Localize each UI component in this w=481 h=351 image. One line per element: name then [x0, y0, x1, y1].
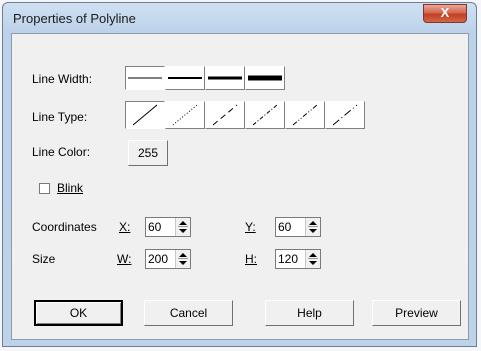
properties-dialog: Properties of Polyline X Line Width: Lin…	[2, 2, 477, 347]
line-width-option-2[interactable]	[165, 66, 205, 90]
line-type-option-dash[interactable]	[205, 101, 245, 129]
line-width-label: Line Width:	[32, 72, 93, 86]
size-label: Size	[32, 252, 56, 266]
y-value[interactable]: 60	[278, 220, 291, 234]
window-title: Properties of Polyline	[13, 11, 136, 26]
line-type-option-solid[interactable]	[125, 101, 165, 129]
y-label: Y:	[245, 220, 256, 234]
spin-up-icon[interactable]	[179, 221, 187, 225]
line-type-option-long-dash[interactable]	[325, 101, 365, 129]
dialog-body: Line Width: Line Type: Line Color: 255 B…	[11, 33, 469, 340]
spin-down-icon[interactable]	[309, 229, 317, 233]
spin-up-icon[interactable]	[309, 253, 317, 257]
preview-button[interactable]: Preview	[372, 300, 461, 326]
x-spin-arrows[interactable]	[175, 218, 190, 236]
title-bar[interactable]: Properties of Polyline X	[3, 3, 476, 33]
h-spin-arrows[interactable]	[305, 250, 320, 268]
line-width-option-1[interactable]	[125, 66, 165, 90]
spin-down-icon[interactable]	[179, 261, 187, 265]
x-value[interactable]: 60	[148, 220, 161, 234]
line-type-option-dash-dot-dot[interactable]	[285, 101, 325, 129]
w-label: W:	[117, 252, 132, 266]
y-spinner[interactable]: 60	[275, 217, 321, 237]
line-type-option-dot[interactable]	[165, 101, 205, 129]
w-spinner[interactable]: 200	[145, 249, 191, 269]
spin-up-icon[interactable]	[179, 253, 187, 257]
y-spin-arrows[interactable]	[305, 218, 320, 236]
line-width-option-4[interactable]	[245, 66, 285, 90]
x-label: X:	[119, 220, 131, 234]
blink-label[interactable]: Blink	[57, 181, 83, 195]
help-button[interactable]: Help	[265, 300, 354, 326]
ok-button[interactable]: OK	[34, 300, 123, 326]
spin-down-icon[interactable]	[309, 261, 317, 265]
line-type-label: Line Type:	[32, 110, 88, 124]
spin-up-icon[interactable]	[309, 221, 317, 225]
line-color-label: Line Color:	[32, 145, 91, 159]
w-value[interactable]: 200	[148, 252, 168, 266]
w-spin-arrows[interactable]	[175, 250, 190, 268]
x-spinner[interactable]: 60	[145, 217, 191, 237]
h-label: H:	[245, 252, 257, 266]
close-icon: X	[440, 5, 450, 20]
blink-checkbox[interactable]	[39, 183, 50, 194]
line-color-button[interactable]: 255	[128, 140, 168, 166]
h-spinner[interactable]: 120	[275, 249, 321, 269]
close-button[interactable]: X	[423, 4, 467, 23]
line-type-option-dash-dot[interactable]	[245, 101, 285, 129]
cancel-button[interactable]: Cancel	[144, 300, 233, 326]
coordinates-label: Coordinates	[32, 220, 97, 234]
spin-down-icon[interactable]	[179, 229, 187, 233]
h-value[interactable]: 120	[278, 252, 298, 266]
line-width-option-3[interactable]	[205, 66, 245, 90]
